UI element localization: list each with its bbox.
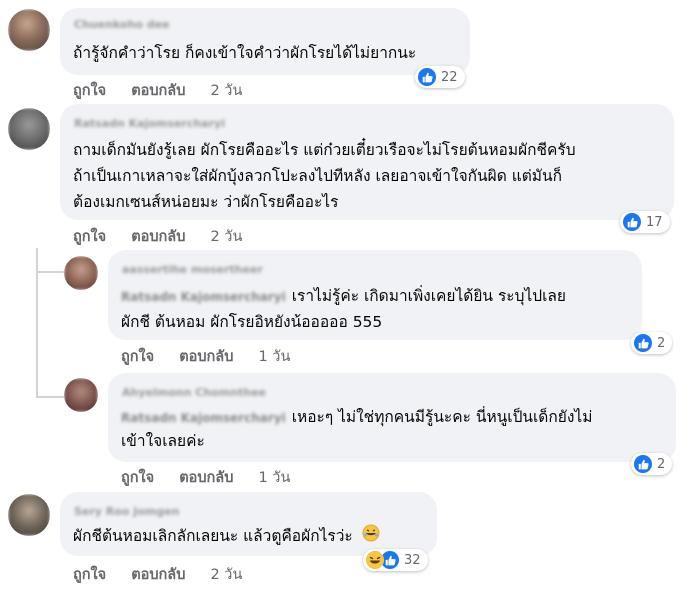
like-link[interactable]: ถูกใจ — [73, 83, 106, 99]
comment-author[interactable]: Sery Roo Jomgen — [74, 505, 180, 518]
comment-text: เราไม่รู้ค่ะ เกิดมาเพิ่งเคยได้ยิน ระบุไป… — [291, 287, 566, 305]
comment-text-line: ผักชี ต้นหอม ผักโรยอิหยังน้อออออ 555 — [121, 313, 383, 331]
timestamp[interactable]: 1 วัน — [258, 470, 290, 486]
laughing-emoji-icon — [366, 551, 384, 569]
comment-text-line: ถามเด็กมันยังรู้เลย ผักโรยคืออะไร แต่ก๋ว… — [73, 141, 576, 159]
reaction-summary[interactable]: 2 — [631, 332, 673, 354]
like-link[interactable]: ถูกใจ — [73, 567, 106, 583]
comment-author[interactable]: aassertihe mosertheer — [122, 263, 263, 276]
reaction-count: 17 — [646, 214, 663, 230]
comment-text: ถ้ารู้จักคำว่าโรย ก็คงเข้าใจคำว่าผักโรยไ… — [73, 44, 417, 62]
comment-author[interactable]: Ratsadn Kajomsercharyi — [74, 117, 225, 130]
comment-text-line: ผักชีต้นหอมเลิกลักเลยนะ แล้วตูคือผักไรว่… — [73, 523, 380, 550]
comment-text: ผักชีต้นหอมเลิกลักเลยนะ แล้วตูคือผักไรว่… — [73, 527, 353, 545]
reaction-summary[interactable]: 17 — [620, 211, 670, 233]
comment-text-line: Ratsadn Kajomsercharyi เหอะๆ ไม่ใช่ทุกคนม… — [121, 404, 592, 431]
comment-actions: ถูกใจ ตอบกลับ 2 วัน — [73, 563, 262, 586]
comment-actions: ถูกใจ ตอบกลับ 2 วัน — [73, 225, 262, 248]
comment-text-line: เข้าใจเลยค่ะ — [121, 432, 205, 450]
reply-link[interactable]: ตอบกลับ — [179, 470, 233, 486]
like-link[interactable]: ถูกใจ — [73, 229, 106, 245]
comment-author[interactable]: Chuenkoho dee — [74, 18, 170, 31]
rofl-emoji-icon — [362, 524, 380, 550]
reply-link[interactable]: ตอบกลับ — [179, 349, 233, 365]
timestamp[interactable]: 2 วัน — [210, 567, 242, 583]
timestamp[interactable]: 1 วัน — [258, 349, 290, 365]
thread-branch — [36, 271, 64, 273]
comment-actions: ถูกใจ ตอบกลับ 1 วัน — [121, 466, 310, 489]
avatar[interactable] — [8, 9, 50, 51]
comment-actions: ถูกใจ ตอบกลับ 2 วัน — [73, 79, 262, 102]
timestamp[interactable]: 2 วัน — [210, 229, 242, 245]
thumbs-up-icon — [418, 68, 436, 86]
reply-link[interactable]: ตอบกลับ — [131, 229, 185, 245]
reaction-summary[interactable]: 32 — [363, 549, 428, 571]
thread-branch — [36, 396, 64, 398]
comment-author[interactable]: Ahyelmonn Chomnthee — [122, 386, 266, 399]
comment-actions: ถูกใจ ตอบกลับ 1 วัน — [121, 345, 310, 368]
avatar[interactable] — [8, 494, 50, 536]
avatar[interactable] — [64, 256, 98, 290]
like-link[interactable]: ถูกใจ — [121, 470, 154, 486]
reaction-summary[interactable]: 22 — [415, 66, 465, 88]
timestamp[interactable]: 2 วัน — [210, 83, 242, 99]
thumbs-up-icon — [634, 334, 652, 352]
comment-text: เหอะๆ ไม่ใช่ทุกคนมีรู้นะคะ นี่หนูเป็นเด็… — [291, 408, 593, 426]
avatar[interactable] — [8, 108, 50, 150]
reaction-count: 2 — [657, 335, 666, 351]
reaction-summary[interactable]: 2 — [631, 453, 673, 475]
reply-link[interactable]: ตอบกลับ — [131, 567, 185, 583]
mention-link[interactable]: Ratsadn Kajomsercharyi — [121, 284, 286, 310]
comment-text-line: ถ้าเป็นเกาเหลาจะใส่ผักบุ้งลวกโปะลงไปทีหล… — [73, 167, 562, 185]
thumbs-up-icon — [623, 213, 641, 231]
avatar[interactable] — [64, 378, 98, 412]
comment-text-line: ต้องเมกเซนส์หน่อยมะ ว่าผักโรยคืออะไร — [73, 193, 339, 211]
reaction-count: 2 — [657, 456, 666, 472]
comment-text-line: Ratsadn Kajomsercharyi เราไม่รู้ค่ะ เกิดม… — [121, 283, 566, 310]
reply-link[interactable]: ตอบกลับ — [131, 83, 185, 99]
reaction-count: 32 — [404, 552, 421, 568]
like-link[interactable]: ถูกใจ — [121, 349, 154, 365]
reaction-count: 22 — [441, 69, 458, 85]
thumbs-up-icon — [634, 455, 652, 473]
